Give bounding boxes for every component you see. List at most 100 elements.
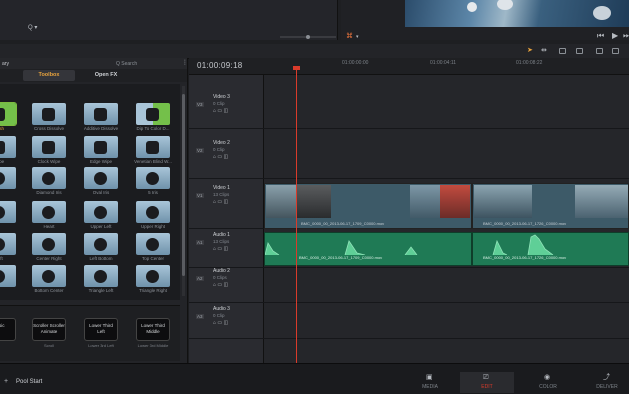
track-controls-icon[interactable]: ⌂ ▭ ◫ [213,154,228,161]
transition-mask-icon [94,238,107,251]
transition-tile[interactable] [32,265,66,287]
scrollbar-thumb[interactable] [182,94,185,276]
track-id[interactable]: A1 [196,240,204,245]
link-icon[interactable] [576,48,583,54]
track-controls-icon[interactable]: ⌂ ▭ ◫ [213,320,228,327]
transition-tile[interactable] [84,265,118,287]
audio-waveform [492,234,554,255]
title-tile[interactable]: Basic [0,318,16,341]
video-clip[interactable]: BMC_0000_00_2013-06-17_1726_C0000.mov [472,183,629,229]
transition-tile[interactable] [136,265,170,287]
transition-tile[interactable] [0,136,16,158]
play-icon[interactable]: ▶ [612,32,618,40]
search-input[interactable]: Q Search [116,61,137,67]
search-icon[interactable]: Q ▾ [28,25,37,32]
page-edit-icon[interactable]: ⎚ [483,374,489,381]
title-tile[interactable]: Lower Third Middle [136,318,170,341]
track-id[interactable]: V3 [196,102,204,107]
transition-tile[interactable] [32,103,66,125]
marker-icon[interactable] [612,48,619,54]
track-controls-icon[interactable]: ⌂ ▭ ◫ [213,199,228,206]
page-tab-edit[interactable]: EDIT [467,384,507,390]
transition-mask-icon [42,206,55,219]
transition-mask-icon [146,206,159,219]
transition-tile[interactable] [84,103,118,125]
transition-label: Triangle Left [88,288,114,293]
clip-name: BMC_0000_00_2013-06-17_1726_C0000.mov [483,255,567,260]
skip-back-icon[interactable]: ⏮ [597,32,604,40]
transition-tile[interactable] [136,103,170,125]
playhead-handle[interactable] [293,66,300,70]
track-controls-icon[interactable]: ⌂ ▭ ◫ [213,282,228,289]
transition-tile[interactable] [136,136,170,158]
title-tile[interactable]: Lower Third Left [84,318,118,341]
transition-tile[interactable] [136,201,170,223]
transition-tile[interactable] [0,167,16,189]
transition-mask-icon [0,172,5,185]
page-color-icon[interactable]: ◉ [544,374,550,381]
skip-forward-icon[interactable]: ⏭ [623,32,629,40]
track-clip-count: 0 Clip [213,147,225,152]
trim-tool-icon[interactable]: ⇹ [541,47,547,54]
track-controls-icon[interactable]: ⌂ ▭ ◫ [213,108,228,115]
add-icon[interactable]: + [4,378,8,385]
transition-mask-icon [146,108,159,121]
transition-label: Left Bottom [89,256,113,261]
audio-clip[interactable]: BMC_0000_00_2013-06-17_1726_C0000.mov [472,232,629,266]
track-id[interactable]: A2 [196,276,204,281]
transition-preview [32,167,66,189]
transition-tile[interactable] [32,136,66,158]
transition-tile[interactable] [0,233,16,255]
timeline-ruler[interactable] [189,58,629,75]
page-tab-media[interactable]: MEDIA [410,384,450,390]
transition-tile[interactable] [84,136,118,158]
transition-tile[interactable] [136,167,170,189]
page-deliver-icon[interactable]: ⤴ [603,374,610,381]
zoom-slider-handle[interactable] [306,35,310,39]
transition-label: Cross Dissolve [33,126,64,131]
tab-open-fx[interactable]: Open FX [80,70,132,81]
transition-mask-icon [42,172,55,185]
clip-thumbnail [296,185,331,218]
transition-label: Dip To Color D... [136,126,170,131]
transition-preview [84,167,118,189]
snap-icon[interactable]: ⌘ [346,33,353,40]
transition-preview [32,103,66,125]
clip-name: BMC_0000_00_2013-06-17_1709_C0000.mov [301,221,385,226]
chevron-down-icon[interactable]: ▾ [356,34,359,41]
transition-tile[interactable] [0,201,16,223]
transition-preview [0,265,16,287]
transition-label: 5 Iris [148,190,158,195]
transition-tile[interactable] [136,233,170,255]
transition-tile[interactable] [84,201,118,223]
transition-tile[interactable] [32,167,66,189]
transition-tile[interactable] [0,265,16,287]
transition-preview [136,103,170,125]
transition-tile[interactable] [0,103,16,125]
page-tab-color[interactable]: COLOR [528,384,568,390]
playhead[interactable] [296,66,297,363]
blade-tool-icon[interactable] [559,48,566,54]
transition-tile[interactable] [84,233,118,255]
clip-thumbnail [440,185,470,218]
transition-tile[interactable] [32,201,66,223]
clip-thumbnail [575,185,628,218]
track-id[interactable]: V1 [196,193,204,198]
clip-thumbnail [474,185,532,218]
pointer-tool-icon[interactable]: ➤ [527,47,533,54]
more-options-icon[interactable]: ⋮ [182,60,188,67]
track-controls-icon[interactable]: ⌂ ▭ ◫ [213,246,228,253]
transition-label: Left [0,256,3,261]
transition-preview [32,201,66,223]
track-divider [189,128,629,129]
page-tab-deliver[interactable]: DELIVER [587,384,627,390]
transition-tile[interactable] [32,233,66,255]
title-tile[interactable]: Scroller Scroller Animate [32,318,66,341]
clip-thumbnail [410,185,440,218]
page-media-icon[interactable]: ▣ [426,374,433,381]
track-id[interactable]: A3 [196,314,204,319]
flag-icon[interactable] [596,48,603,54]
track-id[interactable]: V2 [196,148,204,153]
tab-toolbox[interactable]: Toolbox [23,70,75,81]
transition-tile[interactable] [84,167,118,189]
